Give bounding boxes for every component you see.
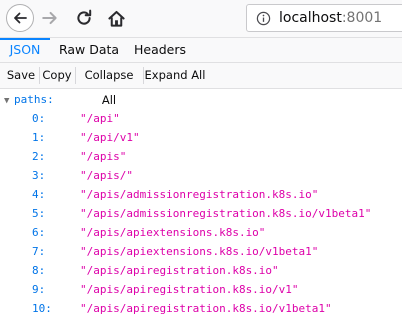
copy-button[interactable]: Copy	[40, 63, 74, 88]
home-icon	[107, 10, 125, 27]
browser-toolbar: localhost:8001	[0, 0, 402, 38]
item-index: 0:	[32, 112, 46, 125]
tab-raw-data[interactable]: Raw Data	[56, 38, 122, 62]
item-value: "/apis/admissionregistration.k8s.io/v1be…	[80, 207, 372, 220]
item-index: 4:	[32, 188, 46, 201]
home-button[interactable]	[105, 7, 127, 29]
item-value: "/apis/apiextensions.k8s.io"	[80, 226, 266, 239]
item-index: 7:	[32, 245, 46, 258]
item-index: 10:	[32, 302, 52, 315]
collapse-all-button[interactable]: Collapse All	[76, 63, 142, 107]
back-button[interactable]	[6, 4, 34, 32]
item-value: "/apis"	[80, 150, 127, 163]
item-index: 5:	[32, 207, 46, 220]
expand-all-button[interactable]: Expand All	[144, 63, 206, 88]
item-index: 6:	[32, 226, 46, 239]
json-array-item[interactable]: 6: "/apis/apiextensions.k8s.io"	[0, 223, 402, 242]
json-array-item[interactable]: 7: "/apis/apiextensions.k8s.io/v1beta1"	[0, 242, 402, 261]
tab-headers[interactable]: Headers	[128, 38, 192, 62]
item-index: 9:	[32, 283, 46, 296]
json-array-item[interactable]: 4: "/apis/admissionregistration.k8s.io"	[0, 185, 402, 204]
json-array-item[interactable]: 0: "/api"	[0, 109, 402, 128]
forward-button[interactable]	[40, 8, 60, 28]
json-array-item[interactable]: 2: "/apis"	[0, 147, 402, 166]
reload-button[interactable]	[74, 8, 94, 28]
item-index: 3:	[32, 169, 46, 182]
tree-root-row[interactable]: ▼ paths:	[4, 90, 54, 109]
json-array-item[interactable]: 3: "/apis/"	[0, 166, 402, 185]
back-arrow-icon	[14, 12, 27, 24]
item-value: "/api/v1"	[80, 131, 140, 144]
forward-arrow-icon	[42, 11, 57, 25]
item-index: 2:	[32, 150, 46, 163]
viewer-tabs: JSON Raw Data Headers	[0, 38, 402, 63]
url-bar[interactable]: localhost:8001	[246, 4, 402, 32]
root-key: paths:	[14, 93, 54, 106]
item-value: "/apis/"	[80, 169, 133, 182]
item-value: "/apis/admissionregistration.k8s.io"	[80, 188, 319, 201]
item-index: 1:	[32, 131, 46, 144]
url-text: localhost:8001	[279, 10, 382, 27]
json-action-bar: Save Copy Collapse All Expand All	[0, 63, 402, 107]
url-host: localhost	[279, 10, 342, 26]
json-array-item[interactable]: 1: "/api/v1"	[0, 128, 402, 147]
item-value: "/api"	[80, 112, 120, 125]
json-array-item[interactable]: 9: "/apis/apiregistration.k8s.io/v1"	[0, 280, 402, 299]
info-icon[interactable]	[256, 11, 271, 26]
json-array-item[interactable]: 10: "/apis/apiregistration.k8s.io/v1beta1…	[0, 299, 402, 318]
item-value: "/apis/apiregistration.k8s.io/v1beta1"	[80, 302, 332, 315]
item-index: 8:	[32, 264, 46, 277]
json-array-item[interactable]: 8: "/apis/apiregistration.k8s.io"	[0, 261, 402, 280]
json-array-item[interactable]: 5: "/apis/admissionregistration.k8s.io/v1…	[0, 204, 402, 223]
item-value: "/apis/apiextensions.k8s.io/v1beta1"	[80, 245, 319, 258]
item-value: "/apis/apiregistration.k8s.io/v1"	[80, 283, 299, 296]
reload-icon	[77, 9, 92, 25]
url-port: :8001	[341, 10, 383, 26]
save-button[interactable]: Save	[4, 63, 38, 88]
item-value: "/apis/apiregistration.k8s.io"	[80, 264, 279, 277]
tab-json[interactable]: JSON	[0, 38, 50, 62]
